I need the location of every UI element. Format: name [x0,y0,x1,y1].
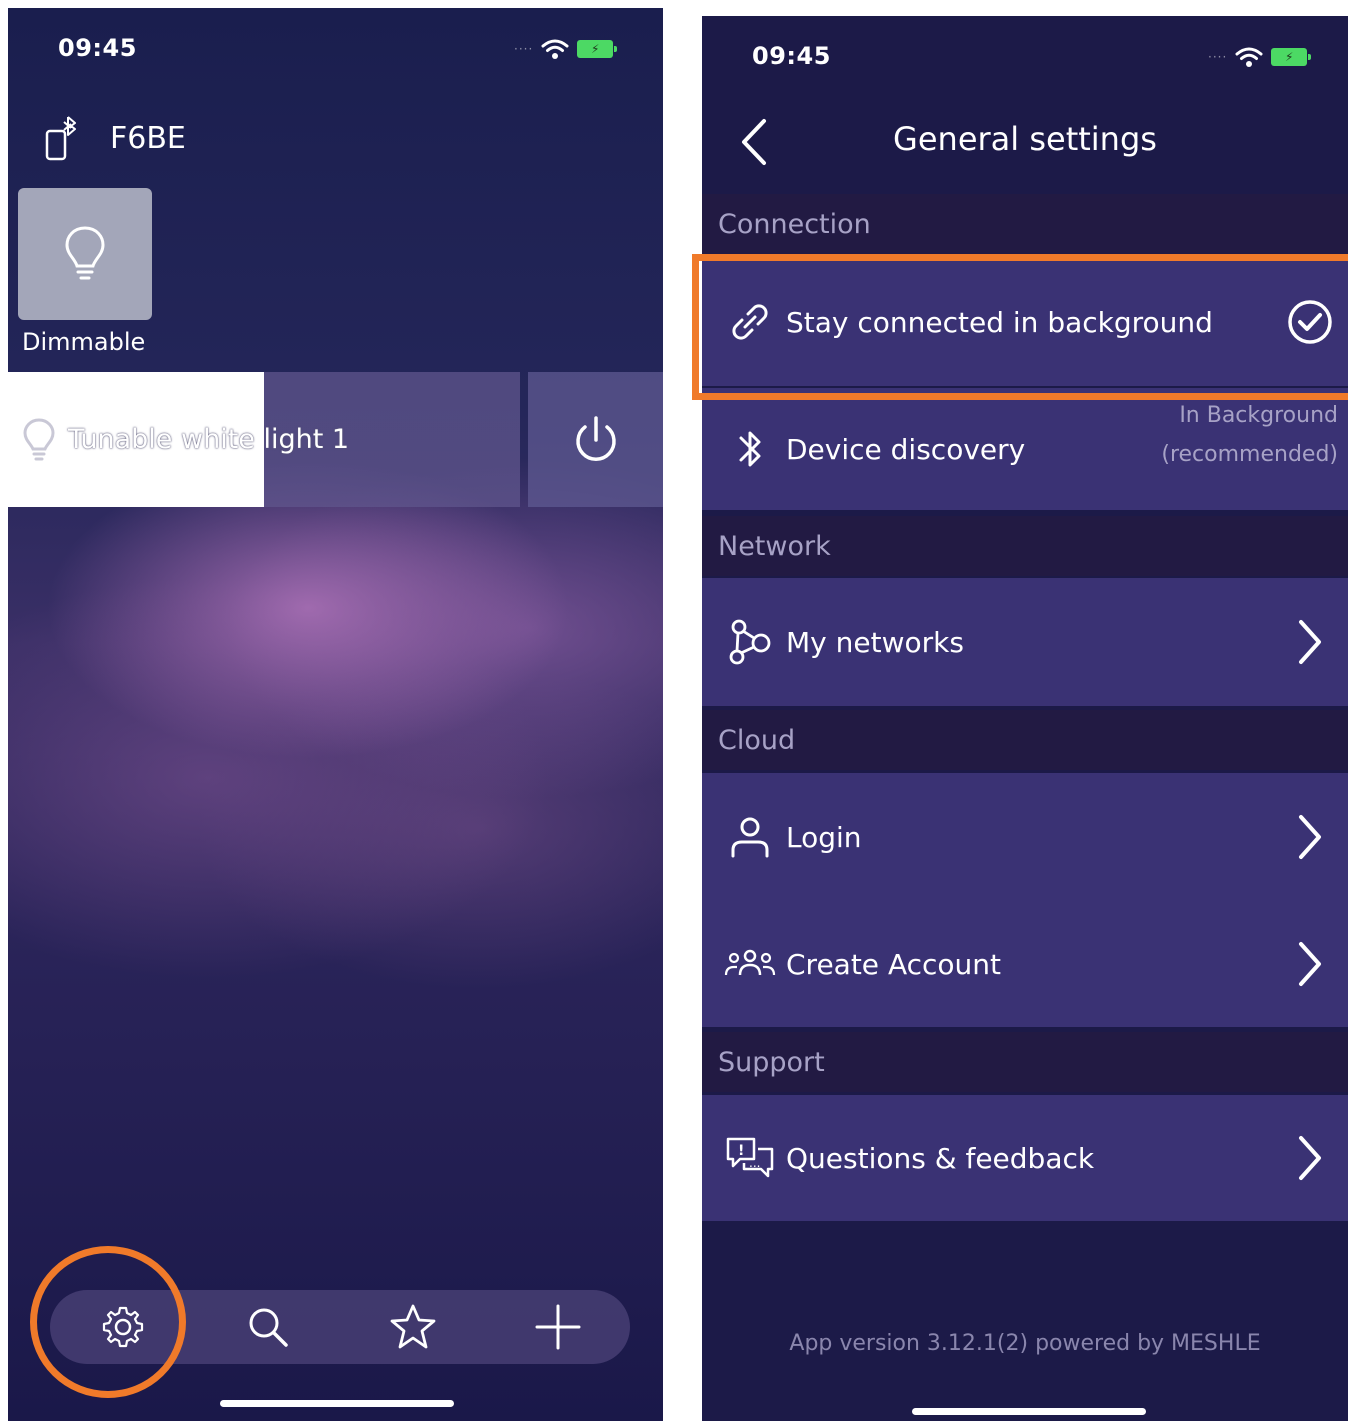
discovery-value-line1: In Background [1179,403,1338,428]
signal-icon: ···· [1208,50,1228,64]
status-icons: ···· ⚡ [514,38,618,60]
power-button[interactable] [528,372,663,507]
login-row[interactable]: Login [702,773,1348,901]
section-header-network: Network [702,516,1348,576]
home-indicator[interactable] [912,1408,1146,1415]
general-settings-screen: 09:45 ···· ⚡ General settings Connection… [702,16,1348,1421]
light-row[interactable]: Tunable white light 1 [8,372,663,507]
status-time: 09:45 [58,34,137,62]
device-discovery-value: In Background (recommended) [1161,396,1338,474]
add-button[interactable] [518,1290,598,1364]
power-icon [575,415,616,461]
users-group-icon [724,949,776,976]
settings-highlight-circle [30,1246,186,1398]
chevron-right-icon [1299,815,1321,859]
chevron-right-icon [1299,620,1321,664]
light-name: Tunable white light 1 [68,424,350,455]
app-version: App version 3.12.1(2) powered by MESHLE [789,1331,1261,1356]
device-discovery-row[interactable]: Device discovery In Background (recommen… [702,388,1348,510]
bulb-icon [65,226,105,280]
stay-connected-highlight-box [692,254,1348,400]
my-networks-row[interactable]: My networks [702,578,1348,706]
row-label: Login [786,820,862,854]
network-icon [729,619,771,665]
battery-charging-icon: ⚡ [577,40,618,58]
tile-label: Dimmable [22,328,146,356]
row-label: My networks [786,625,964,659]
chevron-right-icon [1299,942,1321,986]
light-slider[interactable]: Tunable white light 1 [8,372,520,507]
user-icon [731,817,769,858]
wifi-icon [541,39,569,59]
favorites-button[interactable] [373,1290,453,1364]
row-label: Create Account [786,947,1001,981]
status-time: 09:45 [752,42,831,70]
device-header[interactable]: F6BE [44,113,186,163]
wifi-icon [1235,47,1263,67]
status-icons: ···· ⚡ [1208,46,1312,68]
device-name: F6BE [110,120,186,156]
plus-icon [535,1304,580,1350]
star-icon [390,1304,435,1349]
home-indicator[interactable] [220,1400,454,1407]
section-header-connection: Connection [702,194,1348,254]
search-icon [249,1308,288,1347]
chat-bubbles-icon: ! ... [726,1137,774,1178]
chevron-right-icon [1299,1136,1321,1180]
svg-text:!: ! [738,1143,744,1159]
row-label: Questions & feedback [786,1141,1095,1175]
section-header-support: Support [702,1032,1348,1092]
create-account-row[interactable]: Create Account [702,901,1348,1027]
battery-charging-icon: ⚡ [1271,48,1312,66]
search-button[interactable] [228,1290,308,1364]
bulb-icon [23,417,55,460]
questions-feedback-row[interactable]: ! ... Questions & feedback [702,1095,1348,1221]
discovery-value-line2: (recommended) [1161,442,1338,467]
page-title: General settings [893,120,1157,158]
phone-bluetooth-icon [45,116,76,161]
dimmable-tile[interactable] [18,188,152,320]
signal-icon: ···· [514,42,534,56]
bluetooth-icon [739,431,761,467]
svg-text:...: ... [749,1156,760,1170]
home-screen: 09:45 ···· ⚡ F6BE Dimmable Tunable white… [8,8,663,1421]
section-header-cloud: Cloud [702,710,1348,770]
